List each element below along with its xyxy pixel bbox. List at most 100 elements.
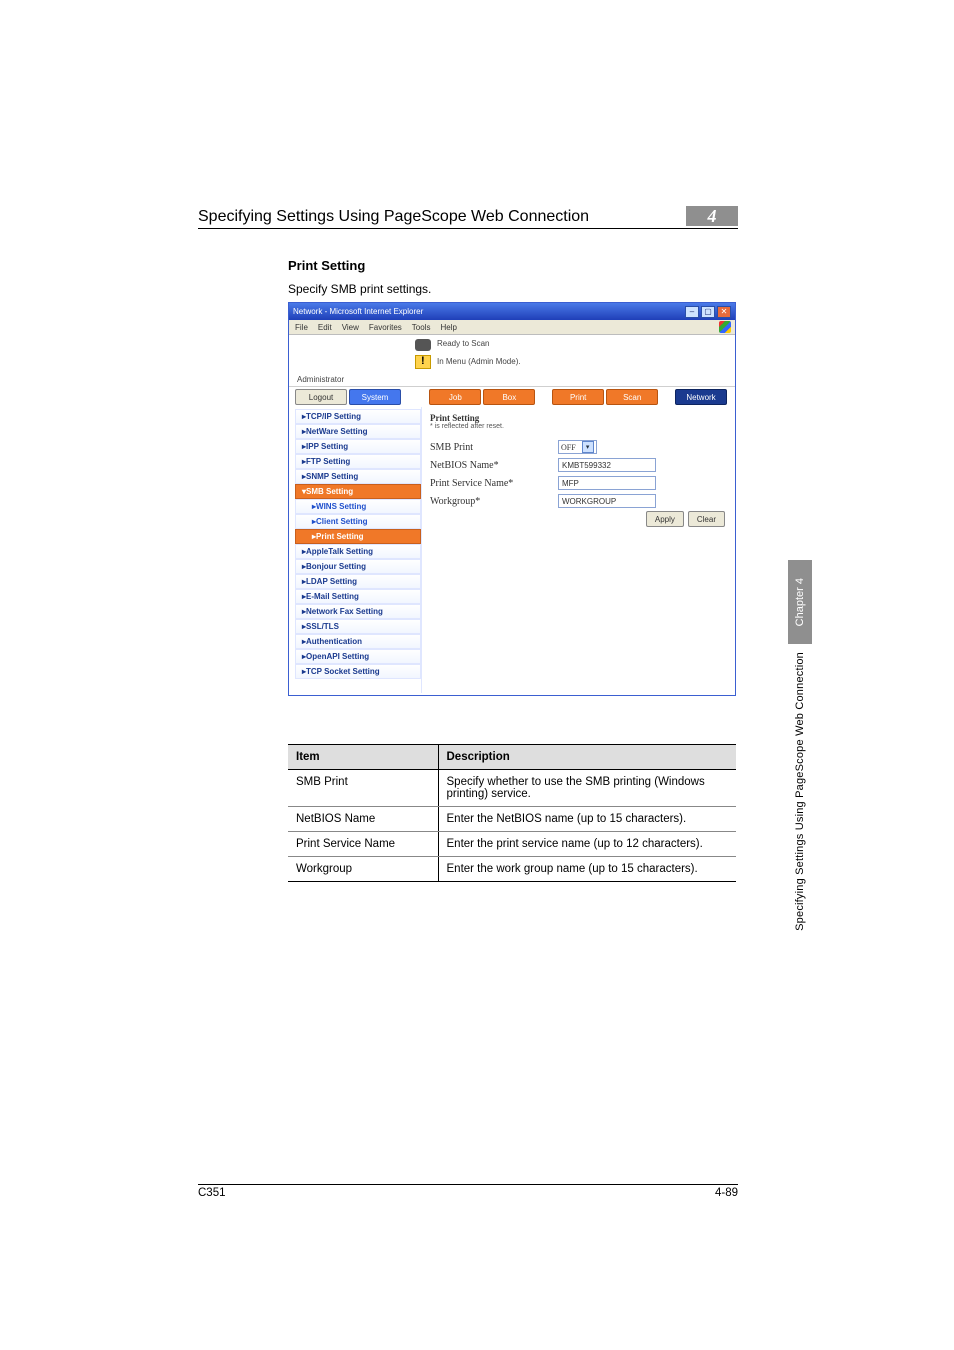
table-row: Print Service Name Enter the print servi… [288,832,736,857]
smb-print-value: OFF [561,443,576,452]
footer-model: C351 [198,1187,226,1199]
footer-page: 4-89 [715,1187,738,1199]
tab-network[interactable]: Network [675,389,727,405]
table-cell-desc: Enter the print service name (up to 12 c… [438,832,736,857]
nav-ipp[interactable]: ▸ IPP Setting [295,439,421,454]
table-row: SMB Print Specify whether to use the SMB… [288,770,736,807]
nav-snmp[interactable]: ▸ SNMP Setting [295,469,421,484]
nav-bonjour[interactable]: ▸ Bonjour Setting [295,559,421,574]
menu-bar: File Edit View Favorites Tools Help [289,320,735,335]
content-panel: Print Setting * is reflected after reset… [421,407,735,693]
nav-ssltls[interactable]: ▸ SSL/TLS [295,619,421,634]
table-cell-desc: Enter the NetBIOS name (up to 15 charact… [438,807,736,832]
window-titlebar: Network - Microsoft Internet Explorer – … [289,303,735,320]
nav-appletalk[interactable]: ▸ AppleTalk Setting [295,544,421,559]
printer-icon [415,339,431,351]
chapter-tab: 4 [686,206,738,226]
nav-email[interactable]: ▸ E-Mail Setting [295,589,421,604]
ie-logo-icon [719,321,731,333]
side-running-text: Specifying Settings Using PageScope Web … [794,652,806,931]
netbios-label: NetBIOS Name* [430,460,558,471]
nav-sidebar: ▸ TCP/IP Setting ▸ NetWare Setting ▸ IPP… [289,407,421,693]
content-note: * is reflected after reset. [430,423,727,430]
status-ready: Ready to Scan [437,339,489,348]
warning-icon [415,355,431,369]
section-title: Print Setting [288,258,365,273]
nav-tcpsock-label: TCP Socket Setting [306,667,380,676]
clear-button[interactable]: Clear [688,511,725,527]
nav-openapi-label: OpenAPI Setting [306,652,369,661]
dropdown-icon: ▾ [582,441,594,453]
tab-box[interactable]: Box [483,389,535,405]
minimize-icon[interactable]: – [685,306,699,318]
apply-button[interactable]: Apply [646,511,684,527]
menu-tools[interactable]: Tools [412,323,431,332]
nav-client[interactable]: ▸ Client Setting [295,514,421,529]
nav-netware-label: NetWare Setting [306,427,368,436]
netbios-input[interactable]: KMBT599332 [558,458,656,472]
header-area: Ready to Scan In Menu (Admin Mode). Admi… [289,335,735,387]
table-cell-item: Print Service Name [288,832,438,857]
tab-scan[interactable]: Scan [606,389,658,405]
nav-ftp-label: FTP Setting [306,457,350,466]
nav-auth-label: Authentication [306,637,362,646]
workgroup-input[interactable]: WORKGROUP [558,494,656,508]
table-cell-item: SMB Print [288,770,438,807]
side-chapter-text: Chapter 4 [794,578,806,626]
smb-print-select[interactable]: OFF ▾ [558,440,597,454]
table-cell-item: Workgroup [288,857,438,882]
nav-email-label: E-Mail Setting [306,592,359,601]
nav-openapi[interactable]: ▸ OpenAPI Setting [295,649,421,664]
table-head-desc: Description [438,745,736,770]
chapter-number: 4 [708,206,717,226]
screenshot: Network - Microsoft Internet Explorer – … [288,302,736,696]
tab-print[interactable]: Print [552,389,604,405]
nav-auth[interactable]: ▸ Authentication [295,634,421,649]
logout-button[interactable]: Logout [295,389,347,405]
table-head-item: Item [288,745,438,770]
nav-ftp[interactable]: ▸ FTP Setting [295,454,421,469]
tab-row: Logout System Job Box Print Scan Network [289,387,735,407]
nav-netfax-label: Network Fax Setting [306,607,383,616]
nav-client-label: Client Setting [316,517,368,526]
table-cell-item: NetBIOS Name [288,807,438,832]
nav-appletalk-label: AppleTalk Setting [306,547,373,556]
nav-print-label: Print Setting [316,532,364,541]
nav-netfax[interactable]: ▸ Network Fax Setting [295,604,421,619]
psn-input[interactable]: MFP [558,476,656,490]
side-chapter-tab: Chapter 4 [788,560,812,644]
nav-snmp-label: SNMP Setting [306,472,358,481]
nav-wins-label: WINS Setting [316,502,366,511]
nav-tcpsock[interactable]: ▸ TCP Socket Setting [295,664,421,679]
menu-favorites[interactable]: Favorites [369,323,402,332]
nav-netware[interactable]: ▸ NetWare Setting [295,424,421,439]
content-heading: Print Setting [430,413,727,423]
nav-bonjour-label: Bonjour Setting [306,562,366,571]
nav-ssltls-label: SSL/TLS [306,622,339,631]
nav-print[interactable]: ▸ Print Setting [295,529,421,544]
close-icon[interactable]: ✕ [717,306,731,318]
section-body: Specify SMB print settings. [288,282,431,296]
nav-ldap[interactable]: ▸ LDAP Setting [295,574,421,589]
menu-file[interactable]: File [295,323,308,332]
nav-tcpip-label: TCP/IP Setting [306,412,361,421]
nav-wins[interactable]: ▸ WINS Setting [295,499,421,514]
nav-smb[interactable]: ▾ SMB Setting [295,484,421,499]
menu-edit[interactable]: Edit [318,323,332,332]
running-head: Specifying Settings Using PageScope Web … [198,208,589,226]
psn-label: Print Service Name* [430,478,558,489]
nav-tcpip[interactable]: ▸ TCP/IP Setting [295,409,421,424]
nav-ldap-label: LDAP Setting [306,577,357,586]
menu-help[interactable]: Help [440,323,456,332]
window-title: Network - Microsoft Internet Explorer [293,307,423,316]
tab-system[interactable]: System [349,389,401,405]
menu-view[interactable]: View [342,323,359,332]
maximize-icon[interactable]: ▢ [701,306,715,318]
status-mode: In Menu (Admin Mode). [437,357,521,366]
tab-job[interactable]: Job [429,389,481,405]
role-label: Administrator [297,375,344,384]
workgroup-label: Workgroup* [430,496,558,507]
table-row: NetBIOS Name Enter the NetBIOS name (up … [288,807,736,832]
description-table: Item Description SMB Print Specify wheth… [288,744,736,882]
table-cell-desc: Specify whether to use the SMB printing … [438,770,736,807]
